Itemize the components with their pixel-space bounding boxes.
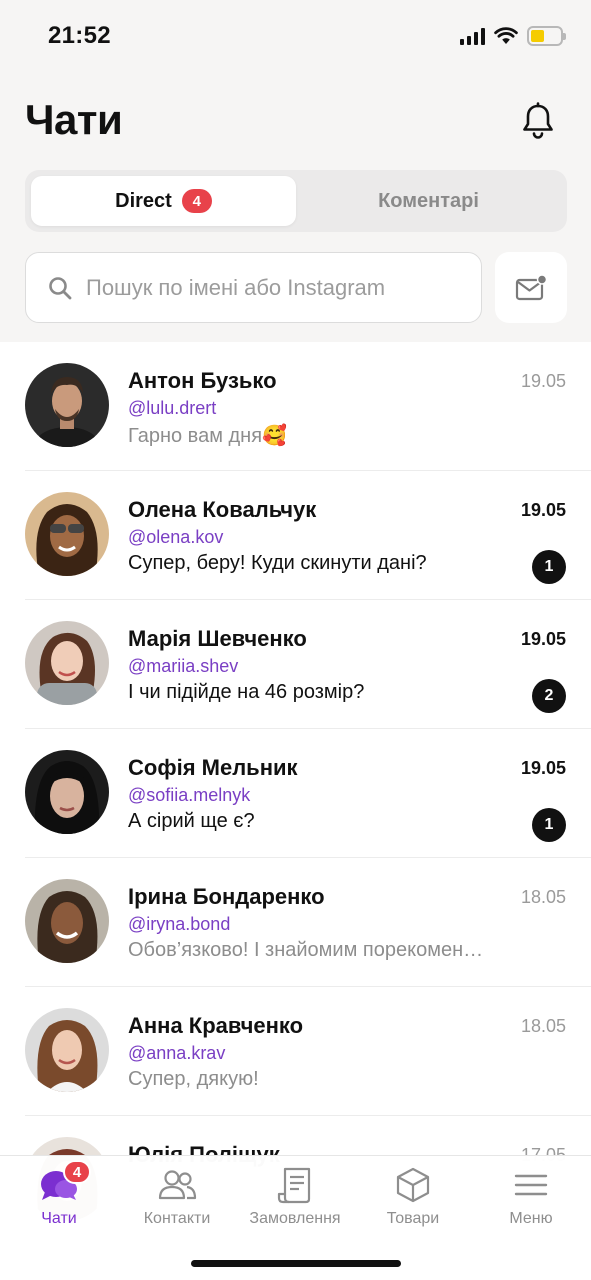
tab-chats-badge: 4 [63, 1160, 91, 1184]
tab-chats-label: Чати [41, 1210, 77, 1227]
mail-icon [515, 273, 547, 300]
search-input[interactable] [86, 274, 481, 301]
chat-handle[interactable]: @mariia.shev [128, 656, 238, 677]
signal-icon [460, 27, 485, 45]
receipt-icon [275, 1166, 315, 1204]
chat-type-tabs: Direct 4 Коментарі [25, 170, 567, 232]
chat-row[interactable]: Софія Мельник @sofiia.melnyk А сірий ще … [0, 729, 591, 858]
chat-row[interactable]: Анна Кравченко @anna.krav Супер, дякую! … [0, 987, 591, 1116]
chat-list: Антон Бузько @lulu.drert Гарно вам дня🥰 … [0, 342, 591, 1245]
chat-preview: Обов’язково! І знайомим порекомендую [128, 939, 488, 961]
chat-date: 19.05 [520, 500, 566, 520]
chat-name: Софія Мельник [128, 755, 298, 780]
new-message-button[interactable] [495, 252, 567, 323]
tab-menu[interactable]: Меню [472, 1166, 590, 1232]
unread-count-badge: 1 [532, 550, 566, 584]
tab-menu-label: Меню [509, 1210, 553, 1227]
chat-row[interactable]: Олена Ковальчук @olena.kov Супер, беру! … [0, 471, 591, 600]
bell-icon[interactable] [521, 102, 555, 140]
status-icons [460, 26, 566, 46]
search-box[interactable] [25, 252, 482, 323]
chat-date: 19.05 [520, 371, 566, 391]
box-icon [393, 1166, 433, 1204]
page-title: Чати [25, 96, 123, 143]
unread-count-badge: 1 [532, 808, 566, 842]
chat-name: Марія Шевченко [128, 626, 307, 651]
avatar [25, 1008, 109, 1092]
chat-name: Олена Ковальчук [128, 497, 317, 522]
chat-preview: І чи підійде на 46 розмір? [128, 681, 365, 703]
tab-products[interactable]: Товари [354, 1166, 472, 1232]
avatar [25, 363, 109, 447]
chat-row[interactable]: Ірина Бондаренко @iryna.bond Обов’язково… [0, 858, 591, 987]
unread-count-badge: 2 [532, 679, 566, 713]
tab-orders-label: Замовлення [249, 1210, 341, 1227]
tab-orders[interactable]: Замовлення [236, 1166, 354, 1232]
avatar [25, 750, 109, 834]
chat-date: 18.05 [520, 1016, 566, 1036]
avatar [25, 879, 109, 963]
chat-date: 19.05 [520, 629, 566, 649]
chat-name: Анна Кравченко [128, 1013, 304, 1038]
chat-date: 19.05 [520, 758, 566, 778]
tab-products-label: Товари [386, 1210, 440, 1227]
tab-contacts-label: Контакти [143, 1210, 211, 1227]
chat-handle[interactable]: @iryna.bond [128, 914, 230, 935]
chat-row[interactable]: Марія Шевченко @mariia.shev І чи підійде… [0, 600, 591, 729]
tab-direct-label: Direct [115, 189, 172, 212]
tab-direct[interactable]: Direct 4 [31, 176, 296, 226]
contacts-icon [157, 1166, 197, 1204]
chat-preview: Супер, дякую! [128, 1068, 259, 1090]
tab-comments-label: Коментарі [378, 189, 479, 212]
chat-preview: Супер, беру! Куди скинути дані? [128, 552, 427, 574]
chat-handle[interactable]: @sofiia.melnyk [128, 785, 250, 806]
chat-date: 18.05 [520, 887, 566, 907]
chat-name: Ірина Бондаренко [128, 884, 325, 909]
chat-handle[interactable]: @anna.krav [128, 1043, 225, 1064]
chat-preview: Гарно вам дня🥰 [128, 425, 287, 447]
avatar [25, 492, 109, 576]
chat-name: Антон Бузько [128, 368, 277, 393]
tab-comments[interactable]: Коментарі [296, 176, 561, 226]
chat-row[interactable]: Антон Бузько @lulu.drert Гарно вам дня🥰 … [0, 342, 591, 471]
home-indicator [191, 1260, 401, 1267]
chat-preview: А сірий ще є? [128, 810, 255, 832]
tab-chats[interactable]: 4 Чати [0, 1160, 118, 1232]
chat-handle[interactable]: @olena.kov [128, 527, 223, 548]
battery-icon [527, 26, 566, 46]
chat-bubbles-icon: 4 [39, 1160, 91, 1204]
status-time: 21:52 [48, 22, 111, 49]
search-icon [49, 276, 72, 299]
tab-contacts[interactable]: Контакти [118, 1166, 236, 1232]
wifi-icon [494, 27, 518, 44]
chat-handle[interactable]: @lulu.drert [128, 398, 216, 419]
menu-icon [511, 1166, 551, 1204]
tab-direct-badge: 4 [181, 189, 212, 213]
avatar [25, 621, 109, 705]
